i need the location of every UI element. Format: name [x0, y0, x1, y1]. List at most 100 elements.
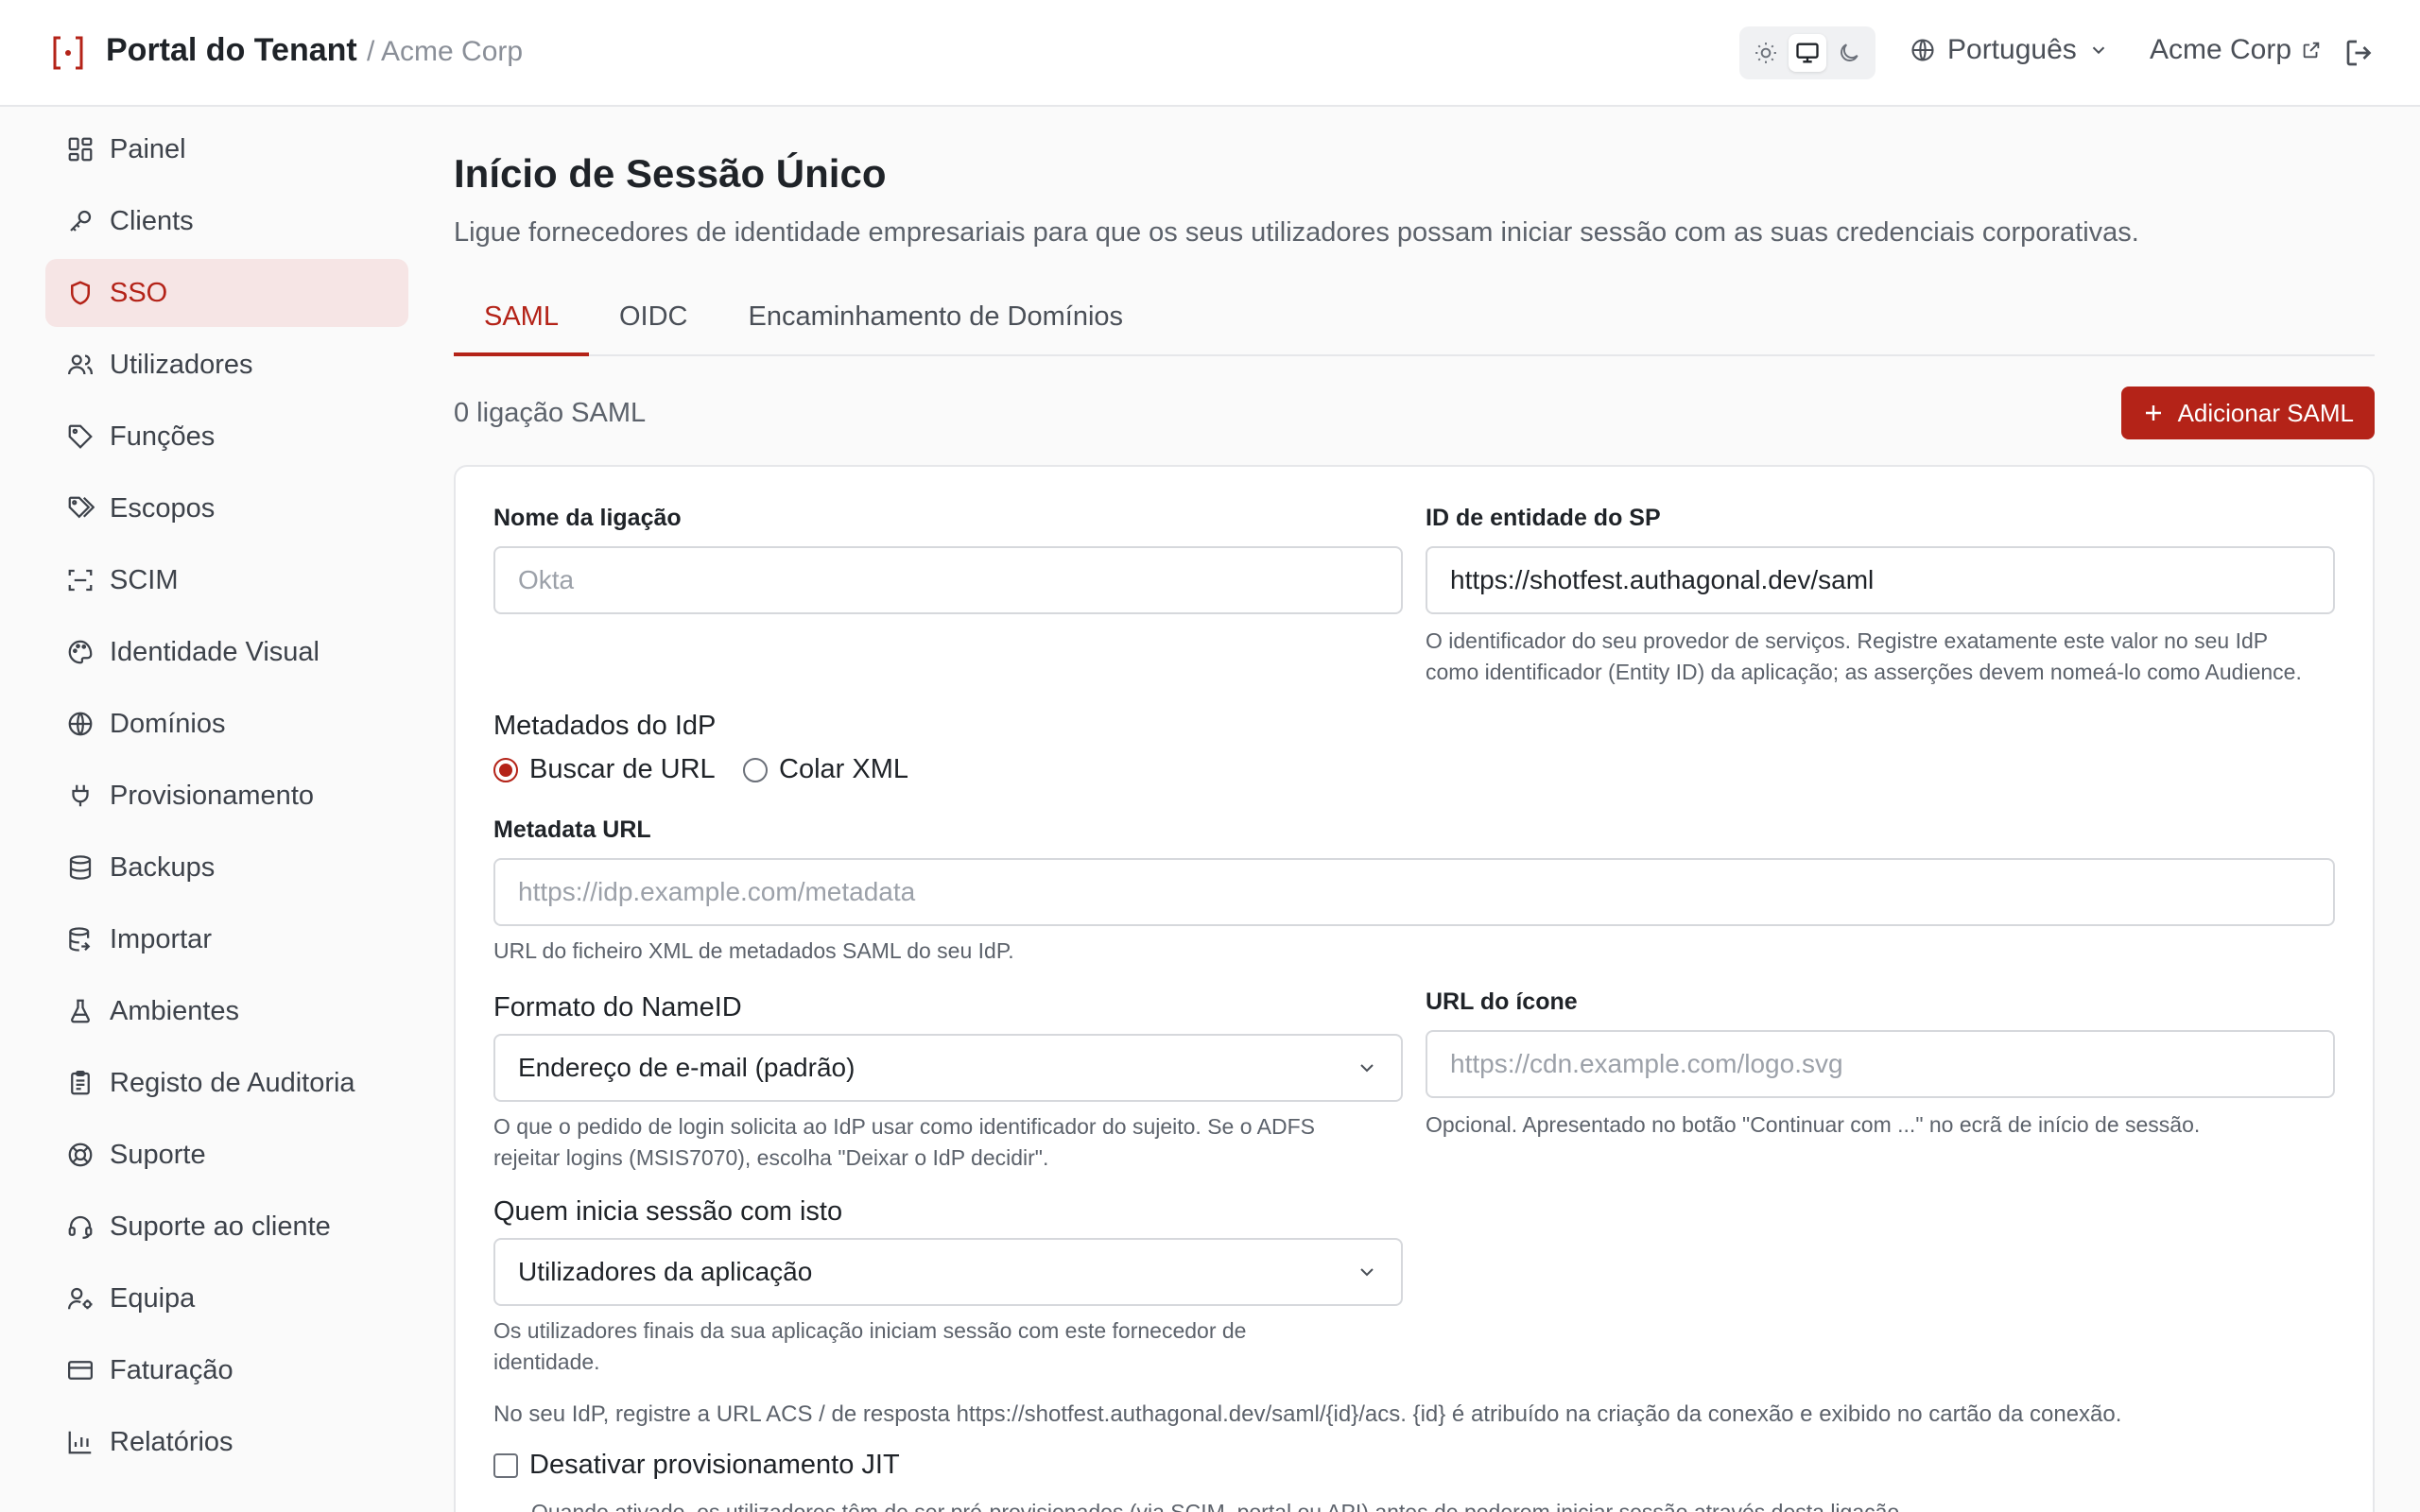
sidebar-item-sso[interactable]: SSO: [45, 259, 408, 327]
headset-icon: [68, 1215, 93, 1239]
nameid-format-select[interactable]: Endereço de e-mail (padrão): [493, 1034, 1403, 1102]
disable-jit-checkbox[interactable]: Desativar provisionamento JIT: [493, 1450, 900, 1481]
add-saml-button[interactable]: Adicionar SAML: [2120, 387, 2375, 439]
sidebar-item-equipa[interactable]: Equipa: [45, 1264, 408, 1332]
database-icon: [69, 855, 92, 880]
radio-paste-xml-label: Colar XML: [779, 754, 908, 784]
sidebar-item-funcoes[interactable]: Funções: [45, 403, 408, 471]
saml-toolbar: 0 ligação SAML Adicionar SAML: [454, 387, 2375, 439]
sidebar-item-label: Clients: [110, 205, 194, 236]
external-link-icon: [2303, 42, 2320, 59]
icon-url-input[interactable]: https://cdn.example.com/logo.svg: [1426, 1030, 2335, 1098]
sso-tabs: SAML OIDC Encaminhamento de Domínios: [454, 290, 2375, 356]
radio-paste-xml[interactable]: Colar XML: [743, 754, 908, 785]
nameid-format-label: Formato do NameID: [493, 992, 742, 1022]
sp-entity-id-input[interactable]: https://shotfest.authagonal.dev/saml: [1426, 546, 2335, 614]
tenant-breadcrumb: / Acme Corp: [367, 36, 524, 67]
globe-icon: [1911, 39, 1934, 61]
disable-jit-help: Quando ativado, os utilizadores têm de s…: [531, 1500, 1906, 1512]
database-import-icon: [69, 927, 91, 952]
users-icon: [68, 354, 93, 375]
disable-jit-box: [493, 1452, 518, 1478]
sidebar-item-label: Suporte: [110, 1139, 206, 1170]
sun-icon: [1755, 43, 1776, 63]
tag-icon: [68, 424, 93, 449]
sidebar-item-importar[interactable]: Importar: [45, 905, 408, 973]
sidebar-item-label: Painel: [110, 133, 186, 164]
language-selector[interactable]: Português: [1910, 34, 2109, 66]
who-signs-in-select[interactable]: Utilizadores da aplicação: [493, 1238, 1403, 1306]
radio-fetch-url[interactable]: Buscar de URL: [493, 754, 716, 785]
chevron-down-icon: [1360, 1064, 1374, 1073]
sidebar-item-relatorios[interactable]: Relatórios: [45, 1408, 408, 1476]
sidebar-item-ambientes[interactable]: Ambientes: [45, 977, 408, 1045]
sidebar-item-painel[interactable]: Painel: [45, 115, 408, 183]
chevron-down-icon: [1360, 1268, 1374, 1277]
sidebar-item-faturacao[interactable]: Faturação: [45, 1336, 408, 1404]
key-icon: [70, 210, 92, 232]
sidebar-item-label: Ambientes: [110, 995, 240, 1026]
saml-form-card: Nome da ligação Okta ID de entidade do S…: [454, 465, 2375, 1512]
brand-title: Portal do Tenant: [106, 32, 357, 68]
sidebar-item-label: Backups: [110, 851, 216, 883]
sidebar-item-scim[interactable]: SCIM: [45, 546, 408, 614]
brand-logo-icon: [53, 36, 83, 70]
who-signs-in-value: Utilizadores da aplicação: [518, 1257, 813, 1286]
palette-icon: [68, 640, 93, 664]
sp-entity-id-label: ID de entidade do SP: [1426, 505, 1661, 531]
sidebar-item-identidade-visual[interactable]: Identidade Visual: [45, 618, 408, 686]
language-label: Português: [1947, 34, 2077, 65]
shield-icon: [71, 281, 90, 305]
system-theme-button[interactable]: [1789, 34, 1826, 72]
nameid-format-value: Endereço de e-mail (padrão): [518, 1053, 856, 1082]
plug-icon: [72, 784, 89, 807]
disable-jit-label: Desativar provisionamento JIT: [529, 1450, 900, 1480]
sidebar-item-registo-auditoria[interactable]: Registo de Auditoria: [45, 1049, 408, 1117]
connection-name-input[interactable]: Okta: [493, 546, 1403, 614]
sidebar-item-label: Faturação: [110, 1354, 233, 1385]
page-title: Início de Sessão Único: [454, 151, 887, 196]
sidebar-item-utilizadores[interactable]: Utilizadores: [45, 331, 408, 399]
nameid-help-1: O que o pedido de login solicita ao IdP …: [493, 1114, 1315, 1139]
flask-icon: [71, 999, 90, 1023]
tags-icon: [68, 496, 95, 519]
sidebar-item-escopos[interactable]: Escopos: [45, 474, 408, 542]
sidebar-item-label: Domínios: [110, 708, 226, 739]
sidebar-item-label: Equipa: [110, 1282, 196, 1314]
sidebar-item-suporte[interactable]: Suporte: [45, 1121, 408, 1189]
light-theme-button[interactable]: [1747, 34, 1785, 72]
sidebar-item-label: Importar: [110, 923, 212, 954]
tenant-external-link[interactable]: Acme Corp: [2150, 34, 2322, 66]
app-header: Portal do Tenant / Acme Corp Português A…: [0, 0, 2420, 107]
sidebar-item-suporte-cliente[interactable]: Suporte ao cliente: [45, 1193, 408, 1261]
plus-icon: [2145, 405, 2161, 421]
logout-icon[interactable]: [2342, 36, 2377, 70]
lifebuoy-icon: [68, 1143, 93, 1167]
monitor-icon: [1796, 43, 1819, 63]
nameid-help-2: rejeitar logins (MSIS7070), escolha "Dei…: [493, 1145, 1049, 1170]
acs-url-note: No seu IdP, registre a URL ACS / de resp…: [493, 1401, 2122, 1427]
tab-domain-routing[interactable]: Encaminhamento de Domínios: [717, 290, 1153, 356]
sidebar-item-dominios[interactable]: Domínios: [45, 690, 408, 758]
dark-theme-button[interactable]: [1830, 34, 1868, 72]
sidebar-item-label: Relatórios: [110, 1426, 233, 1457]
sidebar-item-label: Registo de Auditoria: [110, 1067, 355, 1098]
tab-saml[interactable]: SAML: [454, 290, 589, 356]
moon-icon: [1841, 43, 1858, 61]
sidebar-item-label: Utilizadores: [110, 349, 253, 380]
tab-oidc[interactable]: OIDC: [589, 290, 718, 356]
who-signs-in-help-2: identidade.: [493, 1349, 600, 1374]
icon-url-label: URL do ícone: [1426, 988, 1578, 1015]
sp-entity-id-help-2: como identificador (Entity ID) da aplica…: [1426, 660, 2302, 684]
sidebar-item-backups[interactable]: Backups: [45, 833, 408, 902]
metadata-url-input[interactable]: https://idp.example.com/metadata: [493, 858, 2335, 926]
sidebar-item-label: SSO: [110, 277, 168, 308]
radio-fetch-url-dot: [493, 757, 518, 782]
sidebar-item-provisionamento[interactable]: Provisionamento: [45, 762, 408, 830]
sidebar-item-label: Identidade Visual: [110, 636, 320, 667]
chevron-down-icon: [2092, 46, 2104, 55]
sidebar-item-clients[interactable]: Clients: [45, 187, 408, 255]
user-cog-icon: [68, 1287, 93, 1310]
metadata-url-label: Metadata URL: [493, 816, 651, 843]
main-content: Início de Sessão Único Ligue fornecedore…: [454, 151, 2375, 1512]
